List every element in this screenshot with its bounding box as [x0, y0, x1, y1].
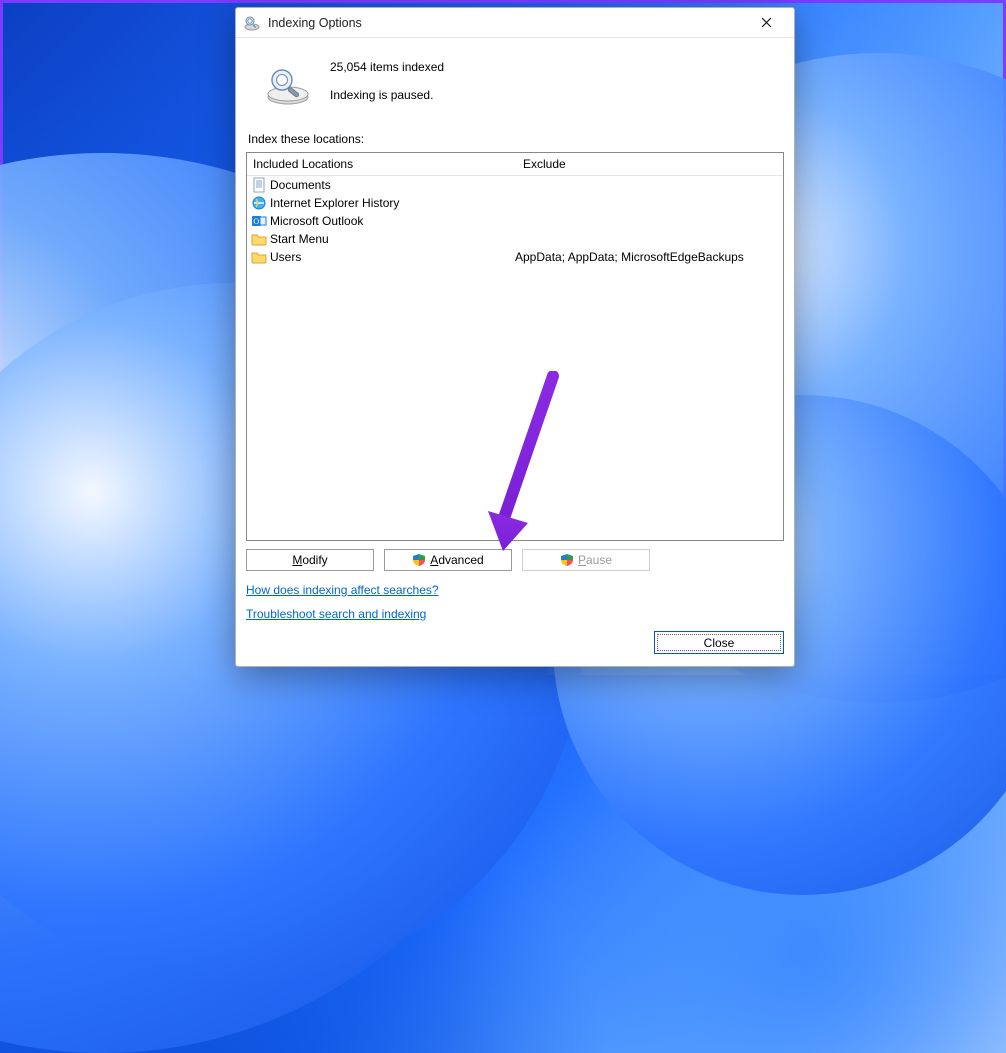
location-name: Users [270, 250, 515, 264]
indexing-state: Indexing is paused. [330, 88, 444, 102]
ie-icon [251, 195, 267, 211]
shield-icon [560, 553, 574, 567]
location-name: Documents [270, 178, 515, 192]
advanced-button[interactable]: Advanced [384, 549, 512, 571]
svg-text:O: O [253, 217, 259, 226]
close-button[interactable]: Close [654, 631, 784, 654]
status-area: 25,054 items indexed Indexing is paused. [246, 48, 784, 124]
indexing-options-dialog: Indexing Options 25,054 items indexed In… [235, 7, 795, 667]
action-buttons: Modify Advanced [246, 549, 784, 571]
list-item[interactable]: Documents [247, 176, 783, 194]
help-link-troubleshoot[interactable]: Troubleshoot search and indexing [246, 607, 426, 621]
doc-icon [251, 177, 267, 193]
folder-icon [251, 231, 267, 247]
outlook-icon: O [251, 213, 267, 229]
indexing-large-icon [264, 66, 312, 106]
column-exclude[interactable]: Exclude [517, 153, 783, 175]
column-included[interactable]: Included Locations [247, 153, 517, 175]
list-item[interactable]: Internet Explorer History [247, 194, 783, 212]
modify-button[interactable]: Modify [246, 549, 374, 571]
list-item[interactable]: UsersAppData; AppData; MicrosoftEdgeBack… [247, 248, 783, 266]
locations-label: Index these locations: [246, 124, 784, 152]
folder-icon [251, 249, 267, 265]
locations-list[interactable]: Included Locations Exclude Documents Inte… [246, 152, 784, 541]
location-exclude: AppData; AppData; MicrosoftEdgeBackups [515, 250, 783, 264]
list-header: Included Locations Exclude [247, 153, 783, 176]
indexing-icon [244, 15, 260, 31]
shield-icon [412, 553, 426, 567]
location-name: Microsoft Outlook [270, 214, 515, 228]
location-name: Internet Explorer History [270, 196, 515, 210]
pause-button: Pause [522, 549, 650, 571]
close-icon[interactable] [746, 10, 786, 36]
help-link-how[interactable]: How does indexing affect searches? [246, 583, 439, 597]
items-indexed-count: 25,054 items indexed [330, 60, 444, 74]
list-item[interactable]: Start Menu [247, 230, 783, 248]
list-item[interactable]: O Microsoft Outlook [247, 212, 783, 230]
location-name: Start Menu [270, 232, 515, 246]
dialog-title: Indexing Options [268, 16, 362, 30]
titlebar[interactable]: Indexing Options [236, 8, 794, 38]
